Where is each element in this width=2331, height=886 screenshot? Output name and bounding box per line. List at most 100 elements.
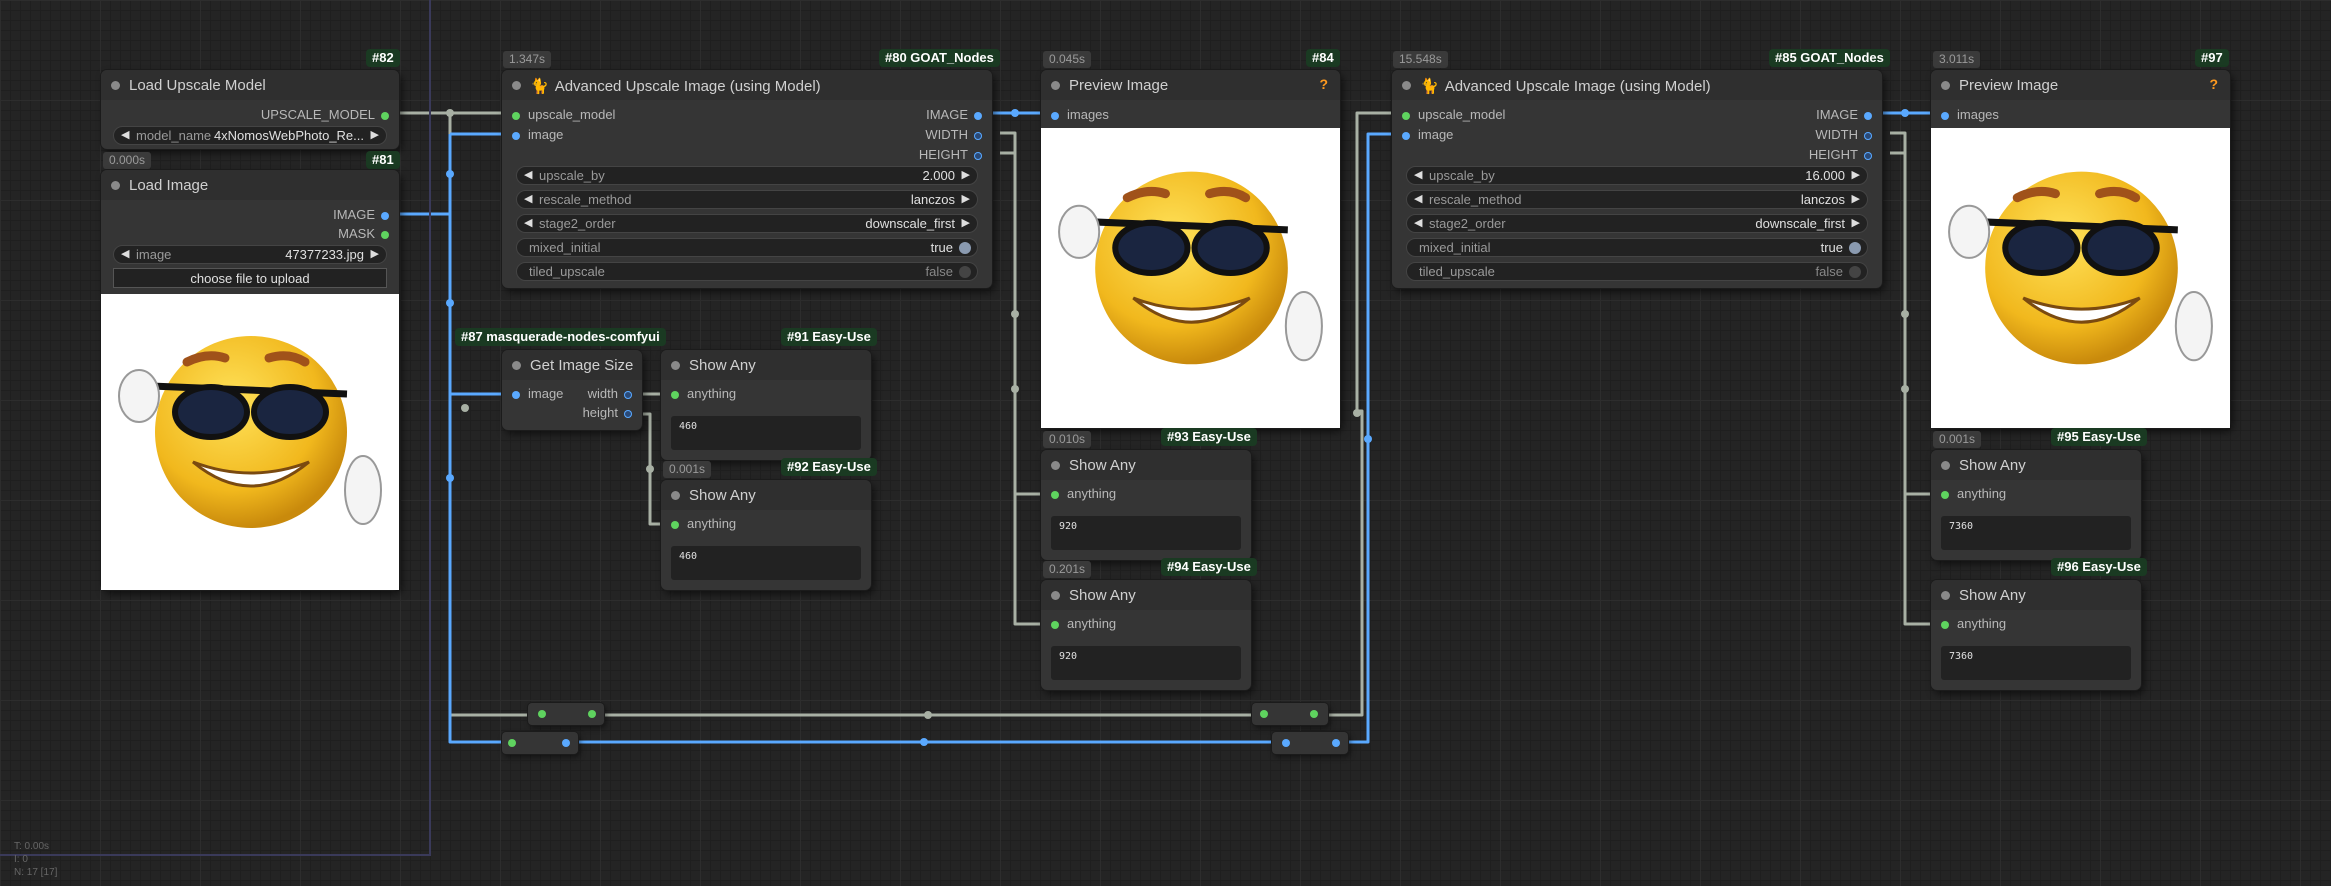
input-dot-icon[interactable] bbox=[1282, 739, 1290, 747]
show-any-node-95[interactable]: Show Any anything 7360 bbox=[1931, 450, 2141, 560]
input-slot-anything[interactable]: anything bbox=[1941, 616, 2006, 634]
preview-image-node-97[interactable]: Preview Image ? images bbox=[1931, 70, 2230, 428]
output-slot-height[interactable]: HEIGHT bbox=[919, 147, 982, 165]
output-dot-icon[interactable] bbox=[381, 230, 389, 239]
input-slot-images[interactable]: images bbox=[1941, 107, 1999, 125]
arrow-left-icon[interactable]: ◀ bbox=[1414, 216, 1422, 229]
arrow-right-icon[interactable]: ▶ bbox=[962, 216, 970, 229]
output-dot-icon[interactable] bbox=[381, 111, 389, 120]
output-slot-width[interactable]: WIDTH bbox=[925, 127, 982, 145]
get-image-size-node[interactable]: Get Image Size image width height bbox=[502, 350, 642, 430]
tiled-upscale-toggle[interactable]: tiled_upscale false bbox=[516, 262, 978, 281]
arrow-right-icon[interactable]: ▶ bbox=[962, 192, 970, 205]
collapse-dot-icon[interactable] bbox=[1941, 81, 1950, 90]
arrow-right-icon[interactable]: ▶ bbox=[962, 168, 970, 181]
collapse-dot-icon[interactable] bbox=[671, 491, 680, 500]
output-dot-icon[interactable] bbox=[1864, 131, 1872, 140]
node-title-bar[interactable]: Preview Image ? bbox=[1041, 70, 1340, 100]
rescale-method-combo[interactable]: ◀ rescale_method lanczos ▶ bbox=[1406, 190, 1868, 209]
node-title-bar[interactable]: Get Image Size bbox=[502, 350, 642, 380]
show-any-node-93[interactable]: Show Any anything 920 bbox=[1041, 450, 1251, 560]
input-dot-icon[interactable] bbox=[1402, 131, 1410, 140]
mixed-initial-toggle[interactable]: mixed_initial true bbox=[516, 238, 978, 257]
output-slot-height[interactable]: HEIGHT bbox=[1809, 147, 1872, 165]
input-slot-anything[interactable]: anything bbox=[1051, 616, 1116, 634]
help-icon[interactable]: ? bbox=[1319, 76, 1328, 92]
node-title-bar[interactable]: Show Any bbox=[1931, 580, 2141, 610]
input-dot-icon[interactable] bbox=[1941, 111, 1949, 120]
node-title-bar[interactable]: Load Image bbox=[101, 170, 399, 200]
show-any-node-96[interactable]: Show Any anything 7360 bbox=[1931, 580, 2141, 690]
collapse-dot-icon[interactable] bbox=[1402, 81, 1411, 90]
image-combo[interactable]: ◀ image 47377233.jpg ▶ bbox=[113, 245, 387, 264]
output-dot-icon[interactable] bbox=[974, 151, 982, 160]
node-title-bar[interactable]: Preview Image ? bbox=[1931, 70, 2230, 100]
arrow-left-icon[interactable]: ◀ bbox=[121, 247, 129, 260]
arrow-left-icon[interactable]: ◀ bbox=[524, 192, 532, 205]
output-slot-height[interactable]: height bbox=[583, 405, 632, 423]
input-dot-icon[interactable] bbox=[512, 390, 520, 399]
node-title-bar[interactable]: 🐈 Advanced Upscale Image (using Model) bbox=[502, 70, 992, 100]
arrow-left-icon[interactable]: ◀ bbox=[121, 128, 129, 141]
input-slot-anything[interactable]: anything bbox=[671, 516, 736, 534]
output-dot-icon[interactable] bbox=[1864, 151, 1872, 160]
mixed-initial-toggle[interactable]: mixed_initial true bbox=[1406, 238, 1868, 257]
input-dot-icon[interactable] bbox=[1051, 620, 1059, 629]
node-title-bar[interactable]: Show Any bbox=[661, 350, 871, 380]
output-dot-icon[interactable] bbox=[588, 710, 596, 718]
input-slot-anything[interactable]: anything bbox=[1941, 486, 2006, 504]
collapse-dot-icon[interactable] bbox=[1051, 591, 1060, 600]
collapse-dot-icon[interactable] bbox=[111, 181, 120, 190]
advanced-upscale-node-80[interactable]: 🐈 Advanced Upscale Image (using Model) up… bbox=[502, 70, 992, 288]
upscale-by-number[interactable]: ◀ upscale_by 16.000 ▶ bbox=[1406, 166, 1868, 185]
output-slot-image[interactable]: IMAGE bbox=[1816, 107, 1872, 125]
input-dot-icon[interactable] bbox=[538, 710, 546, 718]
node-title-bar[interactable]: Show Any bbox=[1041, 450, 1251, 480]
input-dot-icon[interactable] bbox=[1941, 490, 1949, 499]
input-dot-icon[interactable] bbox=[508, 739, 516, 747]
node-title-bar[interactable]: Show Any bbox=[1931, 450, 2141, 480]
input-dot-icon[interactable] bbox=[1051, 490, 1059, 499]
collapse-dot-icon[interactable] bbox=[1051, 81, 1060, 90]
stage2-order-combo[interactable]: ◀ stage2_order downscale_first ▶ bbox=[1406, 214, 1868, 233]
input-slot-anything[interactable]: anything bbox=[671, 386, 736, 404]
input-slot-image[interactable]: image bbox=[512, 386, 563, 404]
help-icon[interactable]: ? bbox=[2209, 76, 2218, 92]
toggle-off-icon[interactable] bbox=[959, 266, 971, 278]
output-dot-icon[interactable] bbox=[1864, 111, 1872, 120]
output-text[interactable]: 460 bbox=[671, 416, 861, 450]
collapse-dot-icon[interactable] bbox=[1051, 461, 1060, 470]
node-title-bar[interactable]: 🐈 Advanced Upscale Image (using Model) bbox=[1392, 70, 1882, 100]
input-dot-icon[interactable] bbox=[671, 520, 679, 529]
input-dot-icon[interactable] bbox=[1402, 111, 1410, 120]
collapse-dot-icon[interactable] bbox=[111, 81, 120, 90]
node-title-bar[interactable]: Show Any bbox=[1041, 580, 1251, 610]
input-slot-image[interactable]: image bbox=[1402, 127, 1453, 145]
arrow-left-icon[interactable]: ◀ bbox=[1414, 168, 1422, 181]
output-dot-icon[interactable] bbox=[624, 390, 632, 399]
output-text[interactable]: 920 bbox=[1051, 646, 1241, 680]
output-dot-icon[interactable] bbox=[624, 409, 632, 418]
output-slot-width[interactable]: WIDTH bbox=[1815, 127, 1872, 145]
output-slot-mask[interactable]: MASK bbox=[338, 226, 389, 244]
input-slot-anything[interactable]: anything bbox=[1051, 486, 1116, 504]
toggle-on-icon[interactable] bbox=[1849, 242, 1861, 254]
output-text[interactable]: 460 bbox=[671, 546, 861, 580]
input-slot-upscale-model[interactable]: upscale_model bbox=[1402, 107, 1505, 125]
input-dot-icon[interactable] bbox=[671, 390, 679, 399]
node-title-bar[interactable]: Show Any bbox=[661, 480, 871, 510]
collapse-dot-icon[interactable] bbox=[512, 361, 521, 370]
arrow-right-icon[interactable]: ▶ bbox=[371, 247, 379, 260]
node-title-bar[interactable]: Load Upscale Model bbox=[101, 70, 399, 100]
input-slot-upscale-model[interactable]: upscale_model bbox=[512, 107, 615, 125]
collapse-dot-icon[interactable] bbox=[1941, 461, 1950, 470]
arrow-left-icon[interactable]: ◀ bbox=[1414, 192, 1422, 205]
input-slot-image[interactable]: image bbox=[512, 127, 563, 145]
advanced-upscale-node-85[interactable]: 🐈 Advanced Upscale Image (using Model) up… bbox=[1392, 70, 1882, 288]
output-dot-icon[interactable] bbox=[1310, 710, 1318, 718]
reroute-node[interactable] bbox=[502, 732, 578, 754]
arrow-right-icon[interactable]: ▶ bbox=[371, 128, 379, 141]
collapse-dot-icon[interactable] bbox=[512, 81, 521, 90]
output-dot-icon[interactable] bbox=[381, 211, 389, 220]
load-upscale-model-node[interactable]: Load Upscale Model UPSCALE_MODEL ◀ model… bbox=[101, 70, 399, 149]
